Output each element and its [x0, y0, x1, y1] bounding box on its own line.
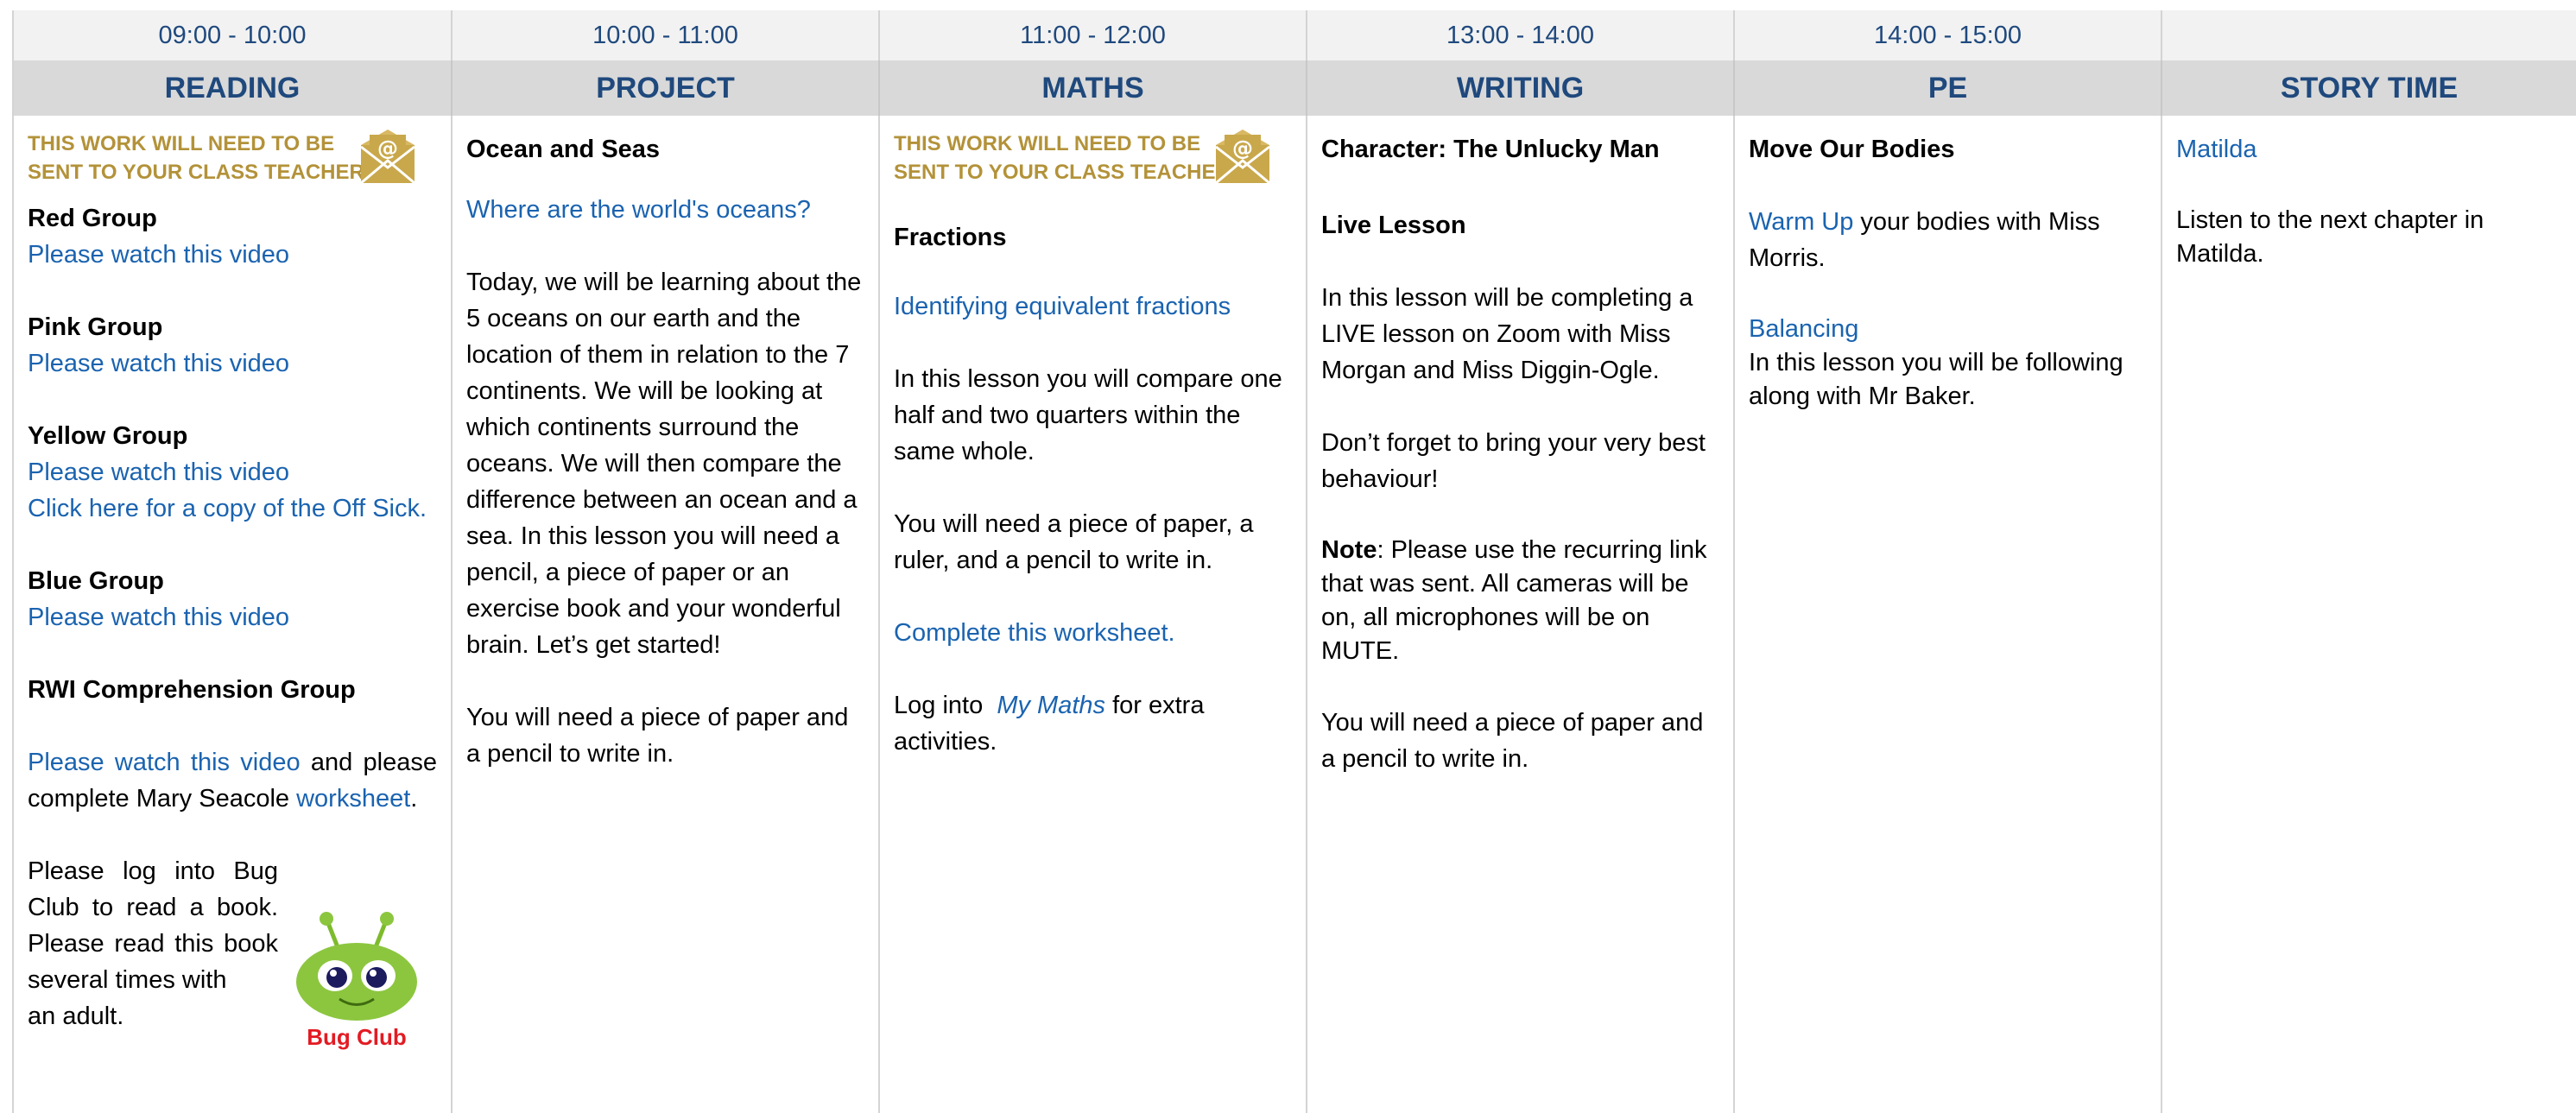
story-description: Listen to the next chapter in Matilda. [2176, 206, 2484, 268]
rwi-instructions: Please watch this video and please compl… [28, 744, 437, 817]
warm-up-instructions: Warm Up your bodies with Miss Morris. [1749, 204, 2147, 276]
bug-line-5: an adult. [28, 1002, 124, 1030]
time-slot-4: 13:00 - 14:00 [1307, 10, 1735, 60]
bug-line-2: Club to read a book. [28, 894, 278, 921]
reading-cell: @ THIS WORK WILL NEED TO BE SENT TO YOUR… [12, 116, 453, 1113]
world-oceans-link[interactable]: Where are the world's oceans? [466, 192, 864, 228]
time-slot-2: 10:00 - 11:00 [453, 10, 880, 60]
time-slot-5: 14:00 - 15:00 [1735, 10, 2162, 60]
story-time-cell: Matilda Listen to the next chapter in Ma… [2162, 116, 2576, 1113]
svg-text:@: @ [377, 136, 398, 161]
live-lesson-label: Live Lesson [1321, 212, 1466, 239]
rwi-group-label: RWI Comprehension Group [28, 676, 356, 704]
bug-club-instructions: Please log into Bug Club to read a book.… [28, 853, 278, 1034]
pe-cell: Move Our Bodies Warm Up your bodies with… [1735, 116, 2162, 1113]
off-sick-copy-link[interactable]: Click here for a copy of the Off Sick. [28, 490, 437, 527]
pink-group-label: Pink Group [28, 313, 163, 341]
maths-title: Fractions [894, 224, 1007, 251]
blue-group-label: Blue Group [28, 567, 164, 595]
timetable-grid: 09:00 - 10:00 10:00 - 11:00 11:00 - 12:0… [12, 10, 2576, 1113]
time-slot-6 [2162, 10, 2576, 60]
bug-line-4: several times with [28, 966, 227, 994]
bug-club-logo-text: Bug Club [307, 1024, 407, 1050]
equivalent-fractions-link[interactable]: Identifying equivalent fractions [894, 288, 1292, 325]
behaviour-reminder: Don’t forget to bring your very best beh… [1321, 429, 1706, 493]
subject-pe: PE [1735, 60, 2162, 116]
timetable-page: 09:00 - 10:00 10:00 - 11:00 11:00 - 12:0… [0, 0, 2576, 1113]
maths-cell: @ THIS WORK WILL NEED TO BE SENT TO YOUR… [880, 116, 1307, 1113]
my-maths-instructions: Log into My Maths for extra activities. [894, 687, 1292, 760]
subject-project: PROJECT [453, 60, 880, 116]
blue-group-video-link[interactable]: Please watch this video [28, 599, 437, 636]
note-label: Note [1321, 536, 1377, 564]
svg-text:@: @ [1232, 136, 1253, 161]
bug-club-logo-icon[interactable]: Bug Club [292, 908, 421, 1055]
time-slot-1: 09:00 - 10:00 [12, 10, 453, 60]
worksheet-link[interactable]: worksheet [296, 785, 410, 813]
subject-story-time: STORY TIME [2162, 60, 2576, 116]
writing-title: Character: The Unlucky Man [1321, 136, 1660, 163]
maths-description: In this lesson you will compare one half… [894, 365, 1282, 465]
balancing-description: In this lesson you will be following alo… [1749, 349, 2123, 410]
complete-worksheet-link[interactable]: Complete this worksheet. [894, 615, 1292, 651]
my-maths-link[interactable]: My Maths [997, 692, 1105, 719]
warm-up-link[interactable]: Warm Up [1749, 208, 1853, 236]
red-group-label: Red Group [28, 205, 157, 232]
project-cell: Ocean and Seas Where are the world's oce… [453, 116, 880, 1113]
red-group-video-link[interactable]: Please watch this video [28, 237, 437, 273]
envelope-icon: @ [360, 130, 415, 185]
maths-materials: You will need a piece of paper, a ruler,… [894, 510, 1254, 574]
subject-writing: WRITING [1307, 60, 1735, 116]
time-slot-3: 11:00 - 12:00 [880, 10, 1307, 60]
project-title: Ocean and Seas [466, 136, 661, 163]
project-materials: You will need a piece of paper and a pen… [466, 704, 849, 768]
subject-maths: MATHS [880, 60, 1307, 116]
bug-line-3: Please read this book [28, 930, 278, 958]
pe-title: Move Our Bodies [1749, 136, 1955, 163]
pink-group-video-link[interactable]: Please watch this video [28, 345, 437, 382]
rwi-text-end: . [410, 785, 418, 813]
yellow-group-label: Yellow Group [28, 422, 188, 450]
project-description: Today, we will be learning about the 5 o… [466, 269, 862, 659]
yellow-group-video-link[interactable]: Please watch this video [28, 454, 437, 490]
matilda-link[interactable]: Matilda [2176, 131, 2562, 168]
rwi-video-link[interactable]: Please watch this video [28, 749, 301, 776]
note-text: : Please use the recurring link that was… [1321, 536, 1707, 665]
writing-description: In this lesson will be completing a LIVE… [1321, 284, 1693, 384]
login-pre: Log into [894, 692, 997, 719]
balancing-link[interactable]: Balancing [1749, 313, 2147, 346]
writing-materials: You will need a piece of paper and a pen… [1321, 709, 1704, 773]
subject-reading: READING [12, 60, 453, 116]
envelope-icon: @ [1215, 130, 1270, 185]
writing-cell: Character: The Unlucky Man Live Lesson I… [1307, 116, 1735, 1113]
bug-line-1: Please log into Bug [28, 857, 278, 885]
zoom-note: Note: Please use the recurring link that… [1321, 534, 1719, 668]
